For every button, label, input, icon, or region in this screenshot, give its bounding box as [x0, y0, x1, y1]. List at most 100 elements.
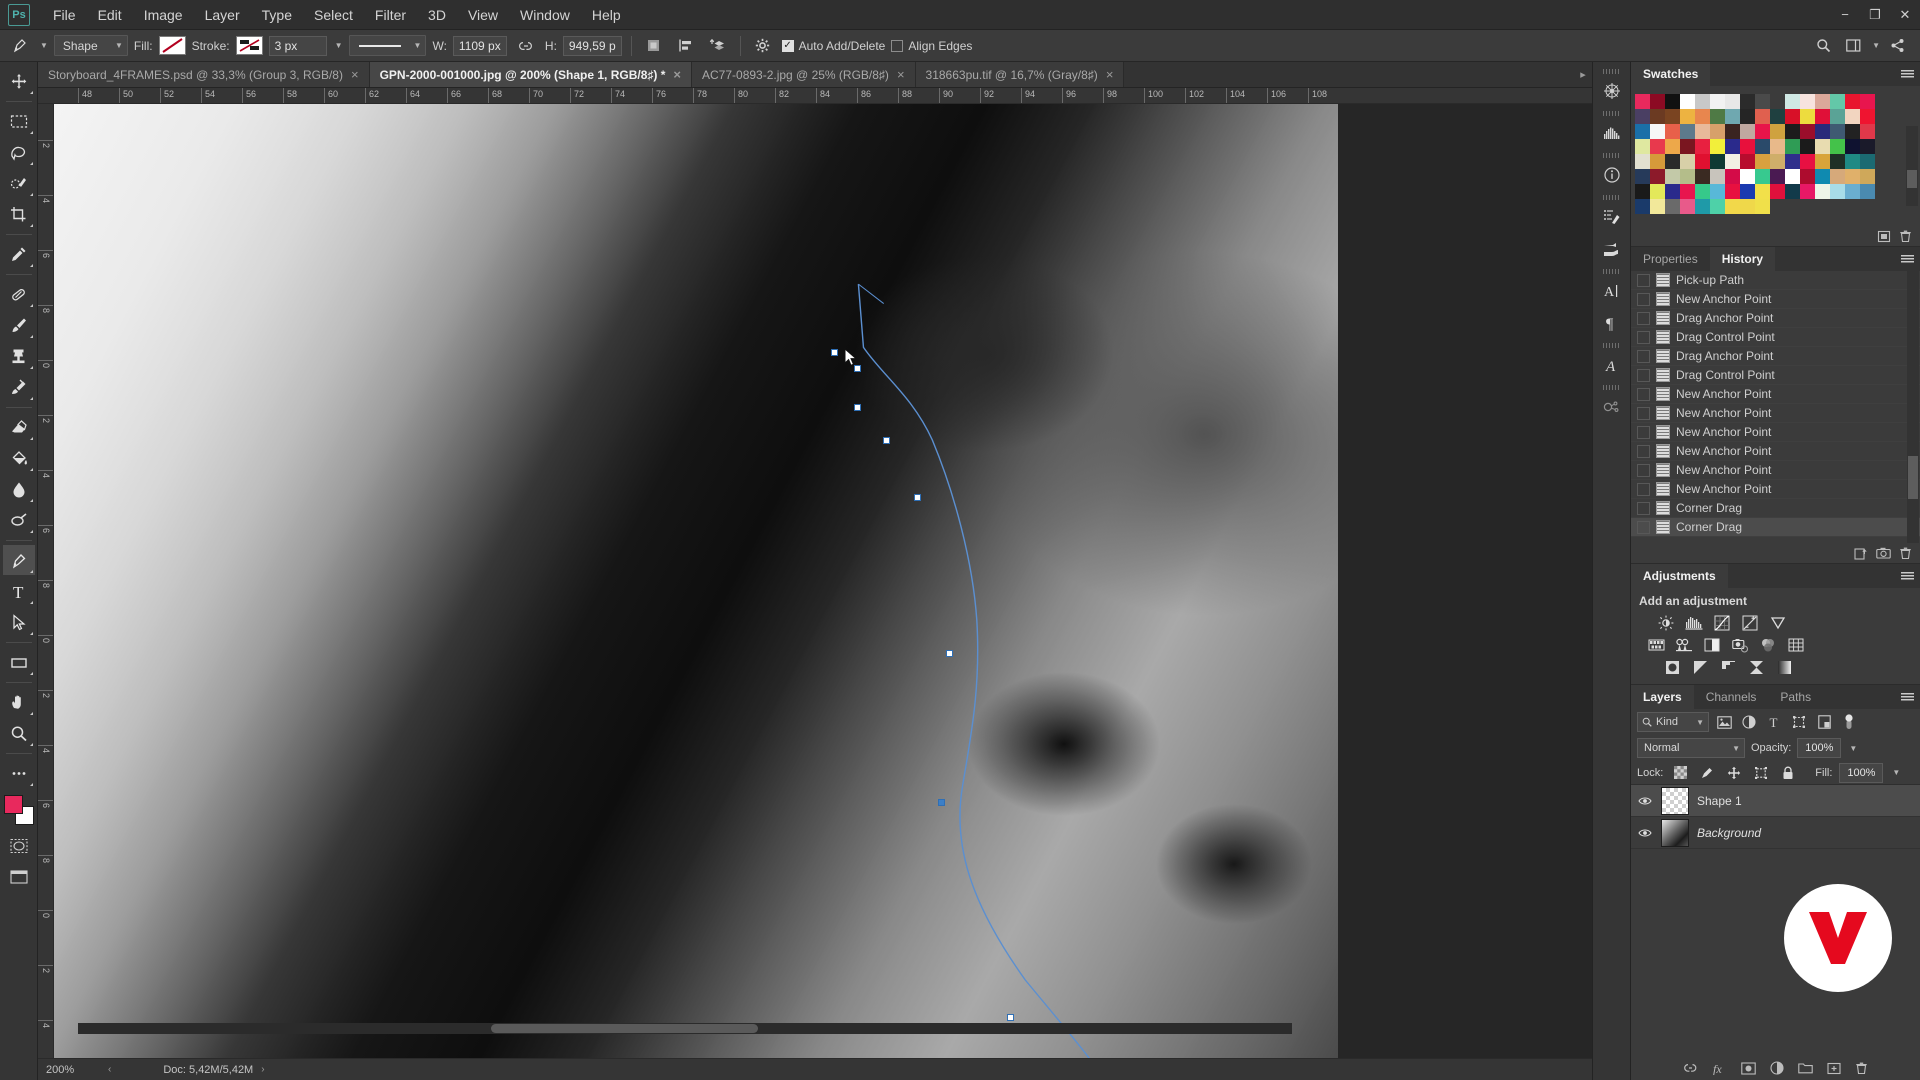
move-tool[interactable] [3, 66, 35, 96]
brush-presets-panel-icon[interactable] [1597, 234, 1627, 264]
color-swatch[interactable] [1710, 94, 1725, 109]
foreground-color-swatch[interactable] [3, 795, 23, 814]
color-swatch[interactable] [1680, 184, 1695, 199]
lock-image-pixels-icon[interactable] [1697, 764, 1717, 782]
menu-view[interactable]: View [457, 3, 509, 27]
color-swatch[interactable] [1695, 124, 1710, 139]
history-snapshot-checkbox[interactable] [1637, 311, 1650, 325]
channel-mixer-icon[interactable] [1757, 636, 1779, 654]
document-tab[interactable]: Storyboard_4FRAMES.psd @ 33,3% (Group 3,… [38, 62, 370, 87]
document-tab[interactable]: AC77-0893-2.jpg @ 25% (RGB/8♯) × [692, 62, 916, 87]
color-swatch[interactable] [1635, 94, 1650, 109]
color-swatch[interactable] [1695, 94, 1710, 109]
eyedropper-tool[interactable] [3, 239, 35, 269]
edit-toolbar[interactable] [3, 758, 35, 788]
zoom-level[interactable]: 200% [38, 1064, 100, 1076]
dock-grip[interactable] [1602, 111, 1621, 116]
color-swatch[interactable] [1710, 169, 1725, 184]
color-swatch[interactable] [1830, 139, 1845, 154]
color-swatch[interactable] [1695, 109, 1710, 124]
paragraph-panel-icon[interactable]: ¶ [1597, 308, 1627, 338]
color-swatch[interactable] [1650, 184, 1665, 199]
color-swatch[interactable] [1725, 109, 1740, 124]
lock-transparent-pixels-icon[interactable] [1670, 764, 1690, 782]
layer-row[interactable]: Background [1631, 817, 1920, 849]
layer-thumbnail[interactable] [1661, 786, 1689, 815]
color-swatch[interactable] [1845, 184, 1860, 199]
history-state-row[interactable]: Drag Control Point [1631, 328, 1920, 347]
color-swatch[interactable] [1860, 124, 1875, 139]
blur-tool[interactable] [3, 474, 35, 504]
path-anchor-point[interactable] [831, 349, 838, 356]
image-viewport[interactable]: Alt [54, 104, 1592, 1058]
swatches-scrollbar[interactable] [1906, 126, 1918, 206]
opacity-chevron-icon[interactable]: ▼ [1849, 744, 1857, 753]
path-alignment-icon[interactable] [673, 34, 699, 58]
tab-history[interactable]: History [1709, 247, 1776, 271]
filter-adjustment-icon[interactable] [1739, 713, 1759, 731]
chain-link-icon[interactable] [513, 34, 539, 58]
path-anchor-point[interactable] [946, 650, 953, 657]
color-swatch[interactable] [1860, 169, 1875, 184]
history-state-row[interactable]: New Anchor Point [1631, 385, 1920, 404]
tab-channels[interactable]: Channels [1694, 685, 1769, 709]
tab-properties[interactable]: Properties [1631, 247, 1710, 271]
color-swatch[interactable] [1725, 139, 1740, 154]
vibrance-icon[interactable] [1767, 614, 1789, 632]
pen-tool[interactable] [2, 545, 35, 575]
stroke-width-chevron-icon[interactable]: ▼ [335, 41, 343, 50]
color-swatch[interactable] [1680, 139, 1695, 154]
black-white-icon[interactable] [1701, 636, 1723, 654]
invert-icon[interactable] [1661, 658, 1683, 676]
history-snapshot-checkbox[interactable] [1637, 482, 1650, 496]
filter-type-icon[interactable]: T [1764, 713, 1784, 731]
color-swatch[interactable] [1710, 184, 1725, 199]
dock-grip[interactable] [1602, 195, 1621, 200]
brush-settings-panel-icon[interactable] [1597, 202, 1627, 232]
history-state-row[interactable]: Drag Control Point [1631, 366, 1920, 385]
layer-visibility-icon[interactable] [1637, 796, 1653, 806]
curves-icon[interactable] [1711, 614, 1733, 632]
horizontal-scrollbar[interactable] [78, 1023, 1292, 1034]
layer-filter-kind-select[interactable]: Kind ▼ [1637, 712, 1709, 732]
color-swatch[interactable] [1755, 169, 1770, 184]
color-swatch[interactable] [1635, 139, 1650, 154]
color-swatch[interactable] [1770, 109, 1785, 124]
color-swatch[interactable] [1770, 169, 1785, 184]
stroke-width-input[interactable]: 3 px [268, 35, 327, 56]
color-swatch[interactable] [1860, 94, 1875, 109]
color-swatch[interactable] [1785, 124, 1800, 139]
link-layers-icon[interactable] [1683, 1062, 1698, 1074]
foreground-background-color[interactable] [3, 795, 34, 825]
new-layer-icon[interactable] [1827, 1062, 1841, 1075]
threshold-icon[interactable] [1717, 658, 1739, 676]
color-swatch[interactable] [1815, 169, 1830, 184]
path-anchor-point[interactable] [854, 404, 861, 411]
color-swatch[interactable] [1680, 94, 1695, 109]
color-swatch[interactable] [1770, 199, 1785, 214]
history-list[interactable]: Pick-up Path New Anchor Point Drag Anchor … [1631, 271, 1920, 543]
color-swatch[interactable] [1755, 184, 1770, 199]
auto-add-delete-checkbox[interactable]: ✓ Auto Add/Delete [781, 39, 885, 53]
color-swatch[interactable] [1815, 109, 1830, 124]
screen-mode-icon[interactable] [3, 862, 35, 892]
color-swatch[interactable] [1665, 184, 1680, 199]
filter-shape-icon[interactable] [1789, 713, 1809, 731]
clone-stamp-tool[interactable] [3, 341, 35, 371]
color-swatch[interactable] [1785, 169, 1800, 184]
history-scrollbar[interactable] [1907, 271, 1919, 543]
color-swatch[interactable] [1800, 109, 1815, 124]
color-swatch[interactable] [1725, 154, 1740, 169]
color-swatch[interactable] [1815, 154, 1830, 169]
dodge-tool[interactable] [3, 505, 35, 535]
color-swatch[interactable] [1665, 169, 1680, 184]
color-swatch[interactable] [1740, 94, 1755, 109]
path-arrangement-icon[interactable] [705, 34, 731, 58]
color-swatch[interactable] [1830, 109, 1845, 124]
color-swatch[interactable] [1680, 169, 1695, 184]
lock-position-icon[interactable] [1724, 764, 1744, 782]
color-swatch[interactable] [1815, 124, 1830, 139]
menu-image[interactable]: Image [133, 3, 194, 27]
posterize-icon[interactable] [1689, 658, 1711, 676]
gradient-map-icon[interactable] [1773, 658, 1795, 676]
